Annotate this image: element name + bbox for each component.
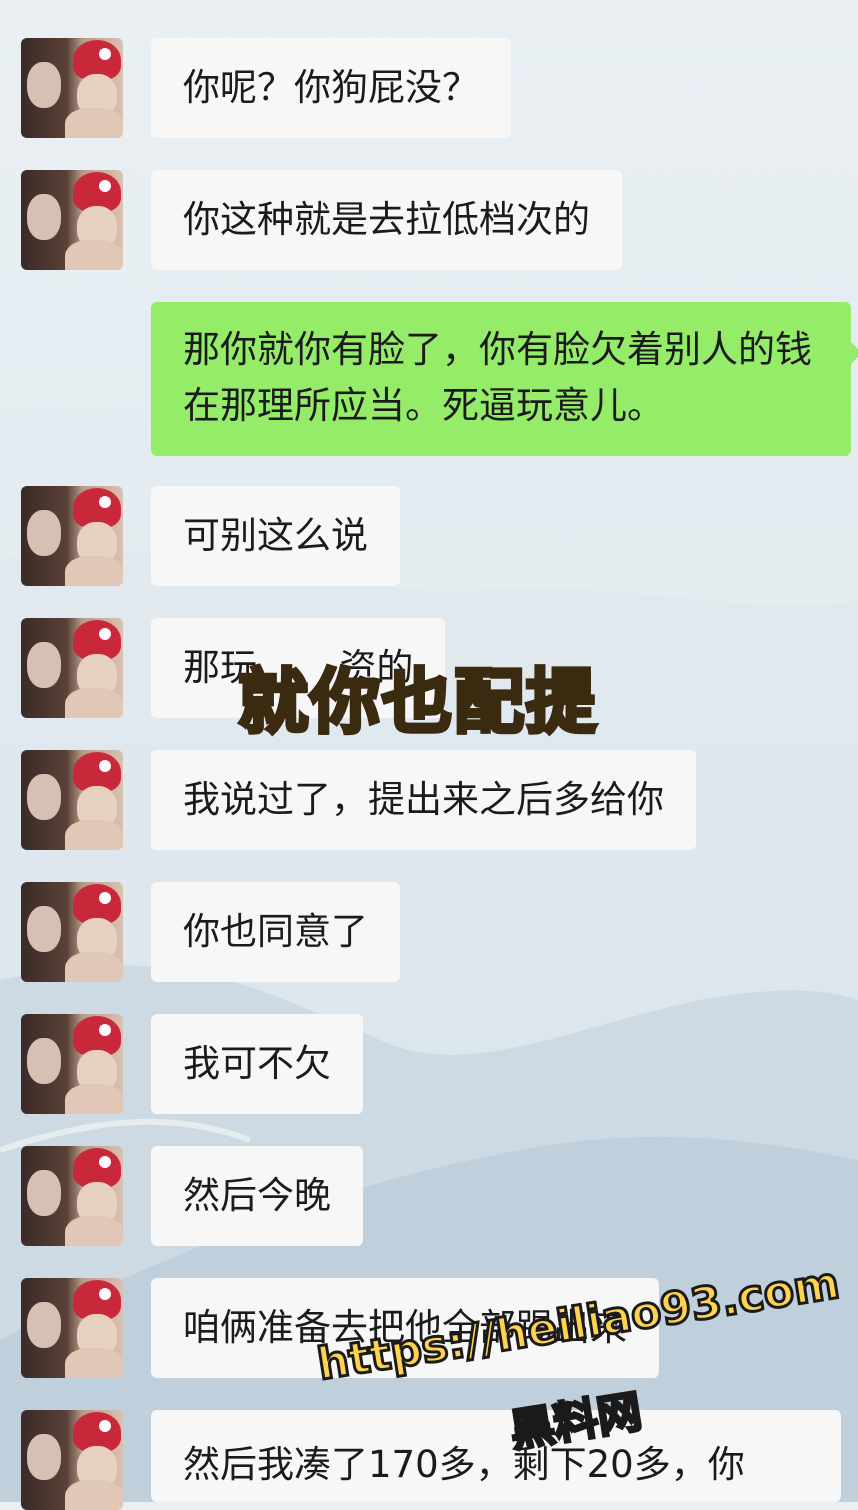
contact-avatar[interactable] bbox=[21, 882, 123, 982]
message-bubble[interactable]: 然后我凑了170多，剩下20多，你 bbox=[151, 1410, 841, 1502]
contact-avatar[interactable] bbox=[21, 1014, 123, 1114]
message-bubble[interactable]: 我可不欠 bbox=[151, 1014, 363, 1114]
sent-message-bubble[interactable]: 那你就你有脸了，你有脸欠着别人的钱在那理所应当。死逼玩意儿。 bbox=[151, 302, 851, 456]
contact-avatar[interactable] bbox=[21, 1146, 123, 1246]
contact-avatar[interactable] bbox=[21, 618, 123, 718]
contact-avatar[interactable] bbox=[21, 1410, 123, 1510]
message-bubble[interactable]: 你呢？你狗屁没？ bbox=[151, 38, 511, 138]
video-caption-overlay: 就你也配提 bbox=[236, 659, 598, 745]
contact-avatar[interactable] bbox=[21, 750, 123, 850]
message-bubble[interactable]: 可别这么说 bbox=[151, 486, 400, 586]
message-bubble[interactable]: 我说过了，提出来之后多给你 bbox=[151, 750, 696, 850]
message-bubble[interactable]: 你这种就是去拉低档次的 bbox=[151, 170, 622, 270]
contact-avatar[interactable] bbox=[21, 1278, 123, 1378]
message-bubble[interactable]: 你也同意了 bbox=[151, 882, 400, 982]
contact-avatar[interactable] bbox=[21, 486, 123, 586]
message-bubble[interactable]: 然后今晚 bbox=[151, 1146, 363, 1246]
sent-bubble-tail bbox=[851, 342, 858, 364]
contact-avatar[interactable] bbox=[21, 38, 123, 138]
contact-avatar[interactable] bbox=[21, 170, 123, 270]
